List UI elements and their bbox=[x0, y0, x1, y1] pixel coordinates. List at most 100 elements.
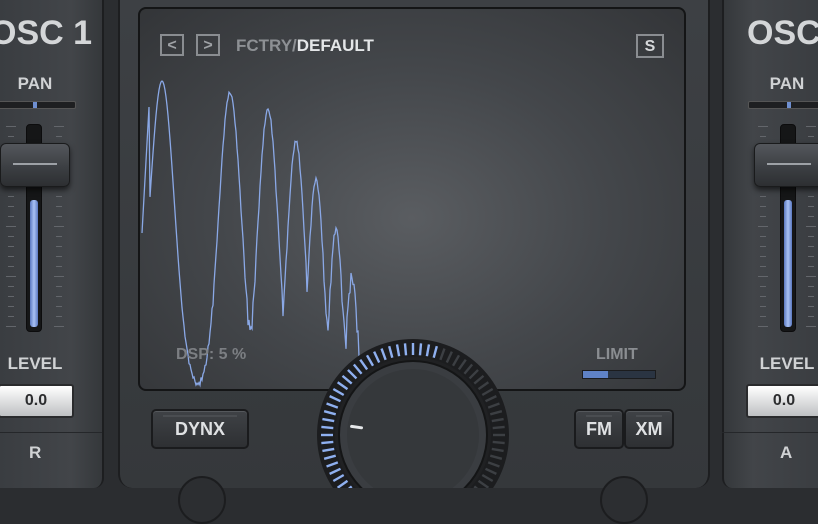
preset-path[interactable]: FCTRY/DEFAULT bbox=[236, 36, 374, 56]
main-knob[interactable] bbox=[316, 338, 510, 488]
fader-tick bbox=[56, 256, 62, 257]
fader-tick bbox=[760, 246, 766, 247]
dynx-label: DYNX bbox=[174, 419, 225, 439]
osc1-divider bbox=[0, 432, 102, 433]
fader-tick bbox=[6, 276, 16, 277]
fader-tick bbox=[808, 136, 814, 137]
fader-tick bbox=[8, 296, 14, 297]
fader-tick bbox=[8, 286, 14, 287]
fader-tick bbox=[808, 256, 814, 257]
knob-ring-segment bbox=[321, 440, 334, 445]
osc2-fader-fill bbox=[784, 200, 792, 327]
osc2-bottom-label: A bbox=[780, 443, 793, 462]
fader-tick bbox=[56, 236, 62, 237]
fm-led bbox=[586, 415, 612, 417]
osc1-title: OSC 1 bbox=[0, 14, 93, 52]
osc2-level-label: LEVEL bbox=[759, 354, 815, 373]
fader-tick bbox=[808, 316, 814, 317]
fader-tick bbox=[808, 286, 814, 287]
fader-tick bbox=[56, 136, 62, 137]
next-preset-button[interactable]: > bbox=[196, 34, 220, 56]
pan-center-mark bbox=[33, 102, 37, 108]
fader-tick bbox=[760, 206, 766, 207]
fader-tick bbox=[56, 196, 62, 197]
fader-tick bbox=[806, 226, 816, 227]
fader-tick bbox=[8, 316, 14, 317]
dynx-led bbox=[163, 415, 237, 417]
fader-tick bbox=[808, 206, 814, 207]
fader-tick bbox=[56, 206, 62, 207]
fader-tick bbox=[8, 236, 14, 237]
bottom-knob-right[interactable] bbox=[600, 476, 648, 524]
osc1-pan-label: PAN bbox=[17, 74, 53, 93]
preset-bank: FCTRY/ bbox=[236, 36, 297, 55]
prev-preset-button[interactable]: < bbox=[160, 34, 184, 56]
xm-led bbox=[636, 415, 662, 417]
osc2-fader-handle[interactable] bbox=[754, 143, 818, 187]
fader-tick bbox=[54, 276, 64, 277]
fader-tick bbox=[56, 266, 62, 267]
fader-tick bbox=[760, 136, 766, 137]
fader-tick bbox=[8, 136, 14, 137]
preset-display: < > FCTRY/DEFAULT S DSP: 5 % LIMIT bbox=[138, 7, 686, 391]
fader-tick bbox=[760, 296, 766, 297]
osc2-level-value[interactable]: 0.0 bbox=[746, 384, 818, 418]
fader-tick bbox=[758, 226, 768, 227]
osc2-pan-slider[interactable] bbox=[748, 101, 818, 109]
fader-tick bbox=[56, 216, 62, 217]
knob-pointer bbox=[350, 424, 363, 430]
fader-tick bbox=[54, 326, 64, 327]
fader-tick bbox=[806, 126, 816, 127]
fader-tick bbox=[808, 246, 814, 247]
osc2-title: OSC 2 bbox=[747, 14, 818, 52]
preset-name: DEFAULT bbox=[296, 36, 374, 55]
fader-tick bbox=[56, 286, 62, 287]
fader-tick bbox=[758, 126, 768, 127]
fader-tick bbox=[6, 226, 16, 227]
fader-tick bbox=[808, 306, 814, 307]
limit-meter-fill bbox=[583, 371, 609, 378]
fader-tick bbox=[760, 236, 766, 237]
xm-button[interactable]: XM bbox=[624, 409, 674, 449]
knob-ring-segment bbox=[492, 440, 505, 445]
fader-tick bbox=[808, 296, 814, 297]
fader-tick bbox=[56, 306, 62, 307]
osc1-level-label: LEVEL bbox=[7, 354, 63, 373]
fader-tick bbox=[56, 316, 62, 317]
osc1-pan-slider[interactable] bbox=[0, 101, 76, 109]
fader-tick bbox=[760, 286, 766, 287]
fader-tick bbox=[760, 266, 766, 267]
fader-tick bbox=[760, 256, 766, 257]
fader-tick bbox=[6, 126, 16, 127]
pan-center-mark bbox=[787, 102, 791, 108]
fader-tick bbox=[56, 296, 62, 297]
fader-tick bbox=[8, 306, 14, 307]
fader-tick bbox=[8, 196, 14, 197]
dsp-usage: DSP: 5 % bbox=[176, 346, 247, 363]
osc2-divider bbox=[722, 432, 818, 433]
limit-label: LIMIT bbox=[596, 346, 638, 363]
fm-label: FM bbox=[586, 419, 612, 439]
osc1-fader-handle[interactable] bbox=[0, 143, 70, 187]
knob-ring-segment bbox=[403, 343, 408, 356]
fm-button[interactable]: FM bbox=[574, 409, 624, 449]
fader-tick bbox=[8, 206, 14, 207]
fader-tick bbox=[808, 236, 814, 237]
knob-ring-segment bbox=[321, 425, 334, 430]
osc1-bottom-label: R bbox=[29, 443, 42, 462]
osc1-level-value[interactable]: 0.0 bbox=[0, 384, 74, 418]
fader-tick bbox=[808, 196, 814, 197]
fader-tick bbox=[8, 266, 14, 267]
fader-tick bbox=[758, 326, 768, 327]
bottom-knob-left[interactable] bbox=[178, 476, 226, 524]
fader-tick bbox=[806, 326, 816, 327]
save-preset-button[interactable]: S bbox=[636, 34, 664, 58]
fader-tick bbox=[8, 256, 14, 257]
fader-tick bbox=[760, 316, 766, 317]
fader-tick bbox=[760, 306, 766, 307]
knob-ring-segment bbox=[418, 343, 423, 356]
fader-tick bbox=[758, 276, 768, 277]
dynx-button[interactable]: DYNX bbox=[151, 409, 249, 449]
fader-tick bbox=[54, 126, 64, 127]
fader-tick bbox=[56, 246, 62, 247]
